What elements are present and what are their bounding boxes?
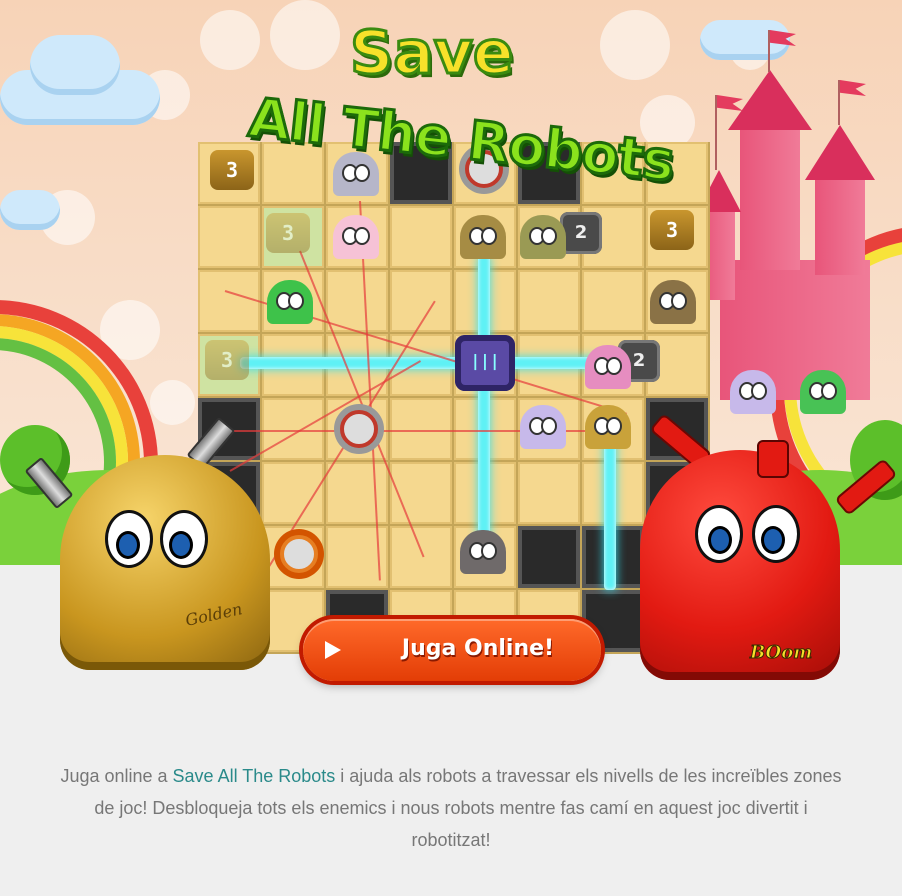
electric-spark — [230, 430, 630, 432]
board-cell — [582, 270, 644, 332]
robot-pupil — [116, 531, 140, 559]
robot-green — [267, 280, 313, 324]
robot-lilac — [730, 370, 776, 414]
play-icon — [311, 627, 359, 673]
bokeh-dot — [200, 10, 260, 70]
castle-tower — [740, 120, 800, 270]
bokeh-dot — [270, 0, 340, 70]
robot-pink — [585, 345, 631, 389]
castle-flag — [838, 80, 840, 125]
robot-eye — [105, 510, 153, 568]
rocket-enemy — [280, 535, 318, 573]
boom-robot-character: BOom — [640, 440, 840, 680]
board-cell — [198, 206, 260, 268]
golden-fist-tile-faded: 3 — [205, 340, 249, 380]
board-cell — [390, 526, 452, 588]
play-online-button[interactable]: Juga Online! — [303, 619, 601, 681]
robot-eye — [752, 505, 800, 563]
castle-flag — [768, 30, 770, 72]
game-logo-line1: Save — [349, 17, 516, 90]
laser-hub — [455, 335, 515, 391]
board-cell — [390, 206, 452, 268]
board-cell — [198, 270, 260, 332]
board-cell — [326, 462, 388, 524]
board-cell — [262, 398, 324, 460]
laser-beam — [604, 440, 616, 590]
game-title-link[interactable]: Save All The Robots — [173, 766, 336, 786]
robot-eye — [695, 505, 743, 563]
board-cell — [390, 398, 452, 460]
robot-pupil — [169, 531, 193, 559]
cloud — [30, 35, 120, 95]
cloud — [0, 190, 60, 230]
robot-pink — [333, 215, 379, 259]
robot-lilac — [520, 405, 566, 449]
golden-fist-tile: 3 — [650, 210, 694, 250]
board-cell — [518, 526, 580, 588]
robot-eye — [160, 510, 208, 568]
golden-fist-tile-faded: 3 — [266, 213, 310, 253]
bokeh-dot — [150, 380, 195, 425]
robot-pupil — [761, 526, 785, 554]
robot-olive — [520, 215, 566, 259]
golden-label: Golden — [183, 599, 244, 630]
turret-enemy — [340, 410, 378, 448]
golden-robot-character: Golden — [60, 455, 270, 670]
robot-brown — [460, 215, 506, 259]
castle-roof — [805, 125, 875, 180]
robot-brown — [650, 280, 696, 324]
robot-gold — [585, 405, 631, 449]
game-description: Juga online a Save All The Robots i ajud… — [60, 760, 842, 856]
play-triangle — [325, 641, 341, 659]
robot-green — [800, 370, 846, 414]
description-prefix: Juga online a — [60, 766, 173, 786]
board-cell — [518, 462, 580, 524]
castle-tower — [815, 175, 865, 275]
board-cell — [518, 270, 580, 332]
laser-beam — [240, 357, 610, 369]
bokeh-dot — [600, 10, 670, 80]
board-cell — [390, 462, 452, 524]
golden-fist-tile: 3 — [210, 150, 254, 190]
numbered-block: 2 — [560, 212, 602, 254]
robot-pupil — [708, 526, 732, 554]
castle-flag — [715, 95, 717, 170]
dynamite-icon — [757, 440, 789, 478]
laser-beam — [478, 255, 490, 540]
boom-label: BOom — [749, 642, 813, 664]
robot-dark — [460, 530, 506, 574]
play-online-label: Juga Online! — [401, 636, 555, 661]
